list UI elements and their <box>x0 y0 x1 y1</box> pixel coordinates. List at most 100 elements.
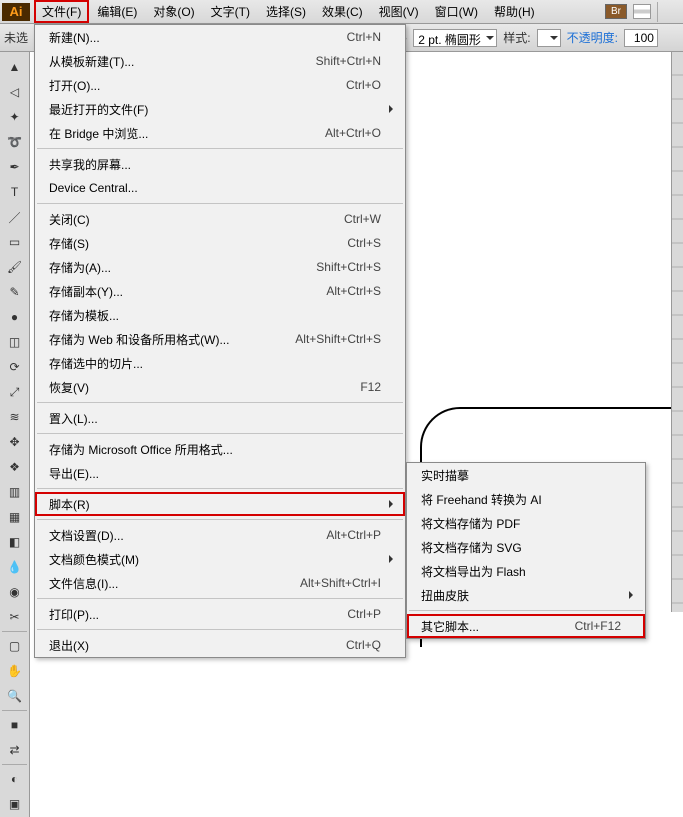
bridge-badge[interactable]: Br <box>605 4 627 19</box>
menu-item[interactable]: 新建(N)...Ctrl+N <box>35 25 405 49</box>
style-dropdown[interactable] <box>537 29 561 47</box>
menu-select[interactable]: 选择(S) <box>258 0 314 23</box>
menu-effect[interactable]: 效果(C) <box>314 0 371 23</box>
menu-item-label: 打开(O)... <box>49 77 346 94</box>
menu-shortcut: Ctrl+W <box>344 212 381 226</box>
line-tool[interactable]: ／ <box>2 205 28 229</box>
menu-item[interactable]: 文件信息(I)...Alt+Shift+Ctrl+I <box>35 571 405 595</box>
menu-item[interactable]: 退出(X)Ctrl+Q <box>35 633 405 657</box>
menu-separator <box>37 598 403 599</box>
symbol-tool[interactable]: ❖ <box>2 455 28 479</box>
type-tool[interactable]: T <box>2 180 28 204</box>
blend-tool[interactable]: ◉ <box>2 580 28 604</box>
menu-item-label: 存储选中的切片... <box>49 355 381 372</box>
menu-item-label: 存储副本(Y)... <box>49 283 326 300</box>
menu-item[interactable]: 打开(O)...Ctrl+O <box>35 73 405 97</box>
fill-tool[interactable]: ■ <box>2 713 28 737</box>
mesh-tool[interactable]: ▦ <box>2 505 28 529</box>
menu-shortcut: Alt+Shift+Ctrl+I <box>300 576 381 590</box>
hand-tool[interactable]: ✋ <box>2 659 28 683</box>
menu-separator <box>37 148 403 149</box>
menu-item[interactable]: 关闭(C)Ctrl+W <box>35 207 405 231</box>
menu-item-label: 存储(S) <box>49 235 347 252</box>
submenu-item[interactable]: 其它脚本...Ctrl+F12 <box>407 614 645 638</box>
submenu-item[interactable]: 将文档导出为 Flash <box>407 559 645 583</box>
menu-item[interactable]: 打印(P)...Ctrl+P <box>35 602 405 626</box>
menu-separator <box>37 203 403 204</box>
rotate-tool[interactable]: ⟳ <box>2 355 28 379</box>
pen-tool[interactable]: ✒ <box>2 155 28 179</box>
submenu-item-label: 其它脚本... <box>421 618 575 635</box>
menu-item-label: 恢复(V) <box>49 379 360 396</box>
menu-item[interactable]: 共享我的屏幕... <box>35 152 405 176</box>
pencil-tool[interactable]: ✎ <box>2 280 28 304</box>
menu-edit[interactable]: 编辑(E) <box>89 0 145 23</box>
app-icon: Ai <box>2 3 30 21</box>
menu-item[interactable]: 从模板新建(T)...Shift+Ctrl+N <box>35 49 405 73</box>
menu-object[interactable]: 对象(O) <box>145 0 202 23</box>
panel-dock[interactable] <box>671 52 683 612</box>
gradient-tool[interactable]: ◧ <box>2 530 28 554</box>
rectangle-tool[interactable]: ▭ <box>2 230 28 254</box>
menu-item[interactable]: 最近打开的文件(F) <box>35 97 405 121</box>
eyedropper-tool[interactable]: 💧 <box>2 555 28 579</box>
arrange-icon[interactable] <box>633 4 651 19</box>
submenu-item-label: 实时描摹 <box>421 467 621 484</box>
screenmode-tool[interactable]: ▣ <box>2 792 28 816</box>
menu-item[interactable]: 存储为(A)...Shift+Ctrl+S <box>35 255 405 279</box>
selection-tool[interactable]: ▲ <box>2 55 28 79</box>
menubar-sep <box>657 2 679 22</box>
eraser-tool[interactable]: ◫ <box>2 330 28 354</box>
menu-item[interactable]: 存储副本(Y)...Alt+Ctrl+S <box>35 279 405 303</box>
menu-item[interactable]: 存储(S)Ctrl+S <box>35 231 405 255</box>
magic-wand-tool[interactable]: ✦ <box>2 105 28 129</box>
warp-tool[interactable]: ≋ <box>2 405 28 429</box>
colormode-tool[interactable]: ◐ <box>2 767 28 791</box>
graph-tool[interactable]: ▥ <box>2 480 28 504</box>
menu-view[interactable]: 视图(V) <box>371 0 427 23</box>
menu-file[interactable]: 文件(F) <box>34 0 89 23</box>
menu-window[interactable]: 窗口(W) <box>427 0 486 23</box>
submenu-item[interactable]: 将文档存储为 SVG <box>407 535 645 559</box>
submenu-item-label: 将文档存储为 PDF <box>421 515 621 532</box>
submenu-item[interactable]: 扭曲皮肤 <box>407 583 645 607</box>
menu-item-label: 打印(P)... <box>49 606 347 623</box>
menu-item-label: 存储为模板... <box>49 307 381 324</box>
scale-tool[interactable]: ⤢ <box>2 380 28 404</box>
menu-item[interactable]: 在 Bridge 中浏览...Alt+Ctrl+O <box>35 121 405 145</box>
menu-item[interactable]: 存储为 Microsoft Office 所用格式... <box>35 437 405 461</box>
menu-item[interactable]: 存储为 Web 和设备所用格式(W)...Alt+Shift+Ctrl+S <box>35 327 405 351</box>
stroke-swap-tool[interactable]: ⇄ <box>2 738 28 762</box>
opacity-label[interactable]: 不透明度: <box>567 29 618 46</box>
brush-tool[interactable]: 🖌 <box>2 255 28 279</box>
menu-shortcut: Ctrl+O <box>346 78 381 92</box>
lasso-tool[interactable]: ➰ <box>2 130 28 154</box>
menu-item[interactable]: 存储选中的切片... <box>35 351 405 375</box>
submenu-item-label: 将文档导出为 Flash <box>421 563 621 580</box>
stroke-profile-dropdown[interactable]: 2 pt. 椭圆形 <box>413 29 497 47</box>
opacity-input[interactable]: 100 <box>624 29 658 47</box>
menu-item[interactable]: 文档颜色模式(M) <box>35 547 405 571</box>
free-transform-tool[interactable]: ✥ <box>2 430 28 454</box>
zoom-tool[interactable]: 🔍 <box>2 684 28 708</box>
menu-item[interactable]: Device Central... <box>35 176 405 200</box>
menu-item-label: 从模板新建(T)... <box>49 53 316 70</box>
menu-item[interactable]: 导出(E)... <box>35 461 405 485</box>
menu-item-label: 脚本(R) <box>49 496 381 513</box>
menu-separator <box>37 519 403 520</box>
menu-shortcut: Alt+Ctrl+P <box>326 528 381 542</box>
direct-select-tool[interactable]: ◁ <box>2 80 28 104</box>
menu-item[interactable]: 存储为模板... <box>35 303 405 327</box>
menu-item[interactable]: 脚本(R) <box>35 492 405 516</box>
menu-item[interactable]: 恢复(V)F12 <box>35 375 405 399</box>
menu-help[interactable]: 帮助(H) <box>486 0 543 23</box>
slice-tool[interactable]: ✂ <box>2 605 28 629</box>
submenu-item[interactable]: 将文档存储为 PDF <box>407 511 645 535</box>
submenu-item[interactable]: 实时描摹 <box>407 463 645 487</box>
menu-type[interactable]: 文字(T) <box>203 0 258 23</box>
menu-item[interactable]: 文档设置(D)...Alt+Ctrl+P <box>35 523 405 547</box>
menu-item[interactable]: 置入(L)... <box>35 406 405 430</box>
blob-tool[interactable]: ● <box>2 305 28 329</box>
menu-separator <box>37 433 403 434</box>
submenu-item[interactable]: 将 Freehand 转换为 AI <box>407 487 645 511</box>
